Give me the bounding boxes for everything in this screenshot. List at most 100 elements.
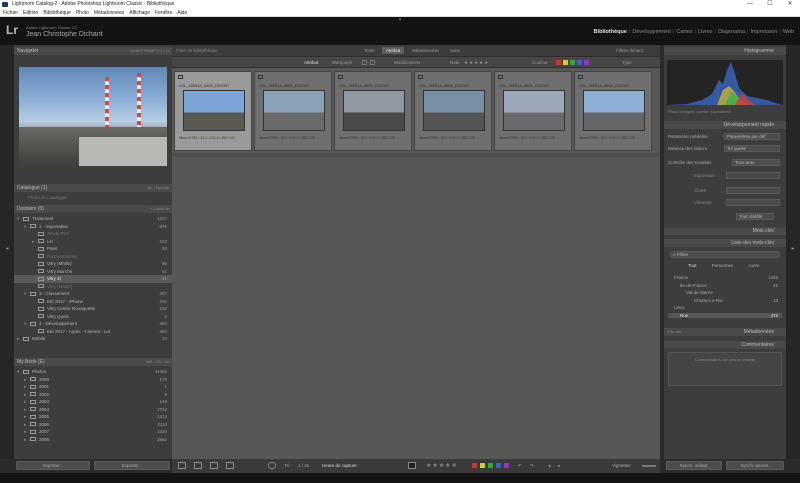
filter-preset-select[interactable]: Filtres désact. bbox=[612, 47, 648, 54]
year-folder-row[interactable]: ▸ 2000 170 bbox=[14, 376, 172, 384]
year-folder-row[interactable]: ▸ 2001 1 bbox=[14, 383, 172, 391]
menu-photo[interactable]: Photo bbox=[76, 9, 89, 16]
histogram-header[interactable]: Histogramme bbox=[664, 47, 786, 55]
toolbar-color-purple[interactable] bbox=[504, 463, 509, 468]
folder-row[interactable]: Vitry Marché 51 bbox=[14, 268, 172, 276]
module-livres[interactable]: Livres bbox=[698, 29, 713, 35]
keyword-tab-all[interactable]: Tout bbox=[688, 263, 697, 268]
year-folder-row[interactable]: ▸ 2007 1526 bbox=[14, 428, 172, 436]
filter-tab-text[interactable]: Texte bbox=[360, 47, 379, 54]
thumbnail-cell[interactable]: V2L_150518_0461_DSCMT Nikon D750 • 24.0 /… bbox=[494, 71, 572, 151]
loupe-view-icon[interactable] bbox=[194, 462, 202, 469]
rating-stars[interactable]: ★★★★★ bbox=[464, 60, 489, 66]
exposure-buttons[interactable] bbox=[726, 172, 780, 179]
sync-metadata-button[interactable]: Synch. métad. bbox=[666, 461, 722, 470]
menu-aide[interactable]: Aide bbox=[177, 9, 187, 16]
reset-all-button[interactable]: Tout rétablir bbox=[736, 213, 774, 220]
filter-tab-none[interactable]: Sans bbox=[446, 47, 464, 54]
folder-row[interactable]: Vitry Quais 2 bbox=[14, 313, 172, 321]
thumbnail-image[interactable] bbox=[343, 90, 405, 131]
menu-metadonnees[interactable]: Métadonnées bbox=[94, 9, 124, 16]
folder-row[interactable]: Paris 93 bbox=[14, 245, 172, 253]
menu-fenetre[interactable]: Fenêtre bbox=[155, 9, 172, 16]
folder-row[interactable]: ▸ LH 222 bbox=[14, 238, 172, 246]
folder-row[interactable]: Eté 2017 - Arpès - Cinéma - Lot 380 bbox=[14, 328, 172, 336]
folder-row[interactable]: Eté 2017 - iPhone 263 bbox=[14, 298, 172, 306]
export-button[interactable]: Exporter... bbox=[94, 461, 170, 470]
module-developpement[interactable]: Développement bbox=[632, 29, 671, 35]
module-diaporama[interactable]: Diaporama bbox=[718, 29, 745, 35]
sort-select[interactable]: Heure de capture bbox=[322, 463, 357, 468]
filmstrip-edge[interactable] bbox=[0, 473, 800, 483]
collapse-top-panel-icon[interactable]: ▾ bbox=[396, 17, 404, 23]
navigator-header[interactable]: Navigator ADAPT REMP 1:1 1:3 bbox=[14, 47, 172, 55]
keyword-row[interactable]: Lieux bbox=[668, 305, 782, 310]
flag-reject-icon[interactable] bbox=[370, 60, 375, 65]
catalogue-item[interactable]: Photo du catalogue bbox=[14, 194, 172, 202]
module-cartes[interactable]: Cartes bbox=[676, 29, 692, 35]
thumbnail-cell[interactable]: V2L_150518_0463_DSCMT Nikon D750 • 24.0 /… bbox=[574, 71, 652, 151]
toolbar-color-red[interactable] bbox=[472, 463, 477, 468]
toolbar-color-yellow[interactable] bbox=[480, 463, 485, 468]
filter-tab-metadata[interactable]: Métadonnées bbox=[408, 47, 443, 54]
year-folder-row[interactable]: ▸ 2002 9 bbox=[14, 391, 172, 399]
folder-row[interactable]: Vitry 2l 41 bbox=[14, 275, 172, 283]
keyword-row[interactable]: Rue 472 bbox=[668, 312, 782, 318]
folder-row[interactable]: ▾ 1 - Importation 676 bbox=[14, 223, 172, 231]
right-panel-edge[interactable]: ▸ bbox=[786, 45, 800, 459]
folder-row[interactable]: Vitry (Mairie) bbox=[14, 283, 172, 291]
menu-affichage[interactable]: Affichage bbox=[129, 9, 150, 16]
folder-row[interactable]: ▾ 4 - Développement 380 bbox=[14, 320, 172, 328]
thumbnail-cell[interactable]: V2L_150518_0467_DSCMT Nikon D750 • 24.0 /… bbox=[254, 71, 332, 151]
menu-edition[interactable]: Edition bbox=[23, 9, 38, 16]
toolbar-color-green[interactable] bbox=[488, 463, 493, 468]
rotate-left-icon[interactable]: ↶ bbox=[518, 463, 522, 469]
folder-row[interactable]: Art-de-Rue bbox=[14, 230, 172, 238]
keywording-header[interactable]: Mots-clés bbox=[664, 227, 786, 235]
color-yellow-swatch[interactable] bbox=[563, 60, 568, 65]
auto-tone-button[interactable]: Tons auto bbox=[732, 159, 780, 166]
toolbar-rating-stars[interactable]: ★★★★★ bbox=[426, 462, 458, 469]
color-green-swatch[interactable] bbox=[570, 60, 575, 65]
flag-pick-icon[interactable] bbox=[362, 60, 367, 65]
keyword-filter-input[interactable]: ⌕ Filtrer bbox=[670, 251, 780, 258]
color-purple-swatch[interactable] bbox=[584, 60, 589, 65]
navigator-zoom-options[interactable]: ADAPT REMP 1:1 1:3 bbox=[130, 47, 169, 55]
minimize-button[interactable]: — bbox=[740, 0, 760, 9]
collapse-left-panel-icon[interactable]: ◂ bbox=[0, 245, 14, 252]
sync-settings-button[interactable]: Synch. param. bbox=[726, 461, 784, 470]
thumbnail-image[interactable] bbox=[423, 90, 485, 131]
maximize-button[interactable]: ☐ bbox=[760, 0, 780, 9]
year-folder-row[interactable]: ▸ 2004 1732 bbox=[14, 406, 172, 414]
menu-bibliotheque[interactable]: Bibliothèque bbox=[43, 9, 71, 16]
thumbnail-image[interactable] bbox=[263, 90, 325, 131]
thumbnail-image[interactable] bbox=[503, 90, 565, 131]
left-panel-edge[interactable]: ◂ bbox=[0, 45, 14, 459]
folder-row[interactable]: ▾ 3 - Classement 497 bbox=[14, 290, 172, 298]
thumbnail-cell[interactable]: V2L_150518_0460_DSCMT Nikon D750 • 24.0 /… bbox=[414, 71, 492, 151]
quickdev-header[interactable]: Développement rapide bbox=[664, 121, 786, 129]
grid-view-icon[interactable] bbox=[178, 462, 186, 469]
module-web[interactable]: Web bbox=[783, 29, 794, 35]
module-impression[interactable]: Impression bbox=[750, 29, 777, 35]
import-button[interactable]: Importer... bbox=[16, 461, 90, 470]
next-photo-icon[interactable]: ▸ bbox=[558, 463, 560, 469]
keyword-row[interactable]: France 1432 bbox=[668, 275, 782, 280]
filter-tab-attribute[interactable]: Attribut bbox=[382, 47, 405, 54]
close-button[interactable]: ✕ bbox=[780, 0, 800, 9]
year-folder-row[interactable]: ▸ 2003 146 bbox=[14, 398, 172, 406]
year-folder-row[interactable]: ▸ 2008 2862 bbox=[14, 436, 172, 444]
keyword-row[interactable]: Val-de-Marne bbox=[668, 290, 782, 295]
folder-row[interactable]: ▸ Mobile 24 bbox=[14, 335, 172, 343]
collapse-right-panel-icon[interactable]: ▸ bbox=[786, 245, 800, 252]
folder-row[interactable]: Vitry Centre Rouaquette 232 bbox=[14, 305, 172, 313]
thumbnail-size-slider[interactable] bbox=[642, 465, 656, 467]
thumbnail-image[interactable] bbox=[183, 90, 245, 131]
metadata-header[interactable]: Par déf. Métadonnées bbox=[664, 328, 786, 336]
keyword-row[interactable]: Choisy-Le-Roi 13 bbox=[668, 298, 782, 303]
year-folder-row[interactable]: ▸ 2005 1213 bbox=[14, 413, 172, 421]
folders-header[interactable]: Dossiers (0) + | Volume bbox=[14, 205, 172, 213]
histogram[interactable] bbox=[667, 60, 783, 105]
keyword-tab-people[interactable]: Personnes bbox=[712, 263, 734, 268]
catalogue-header[interactable]: Catalogue (1) Ajt. | Spécial bbox=[14, 184, 172, 192]
